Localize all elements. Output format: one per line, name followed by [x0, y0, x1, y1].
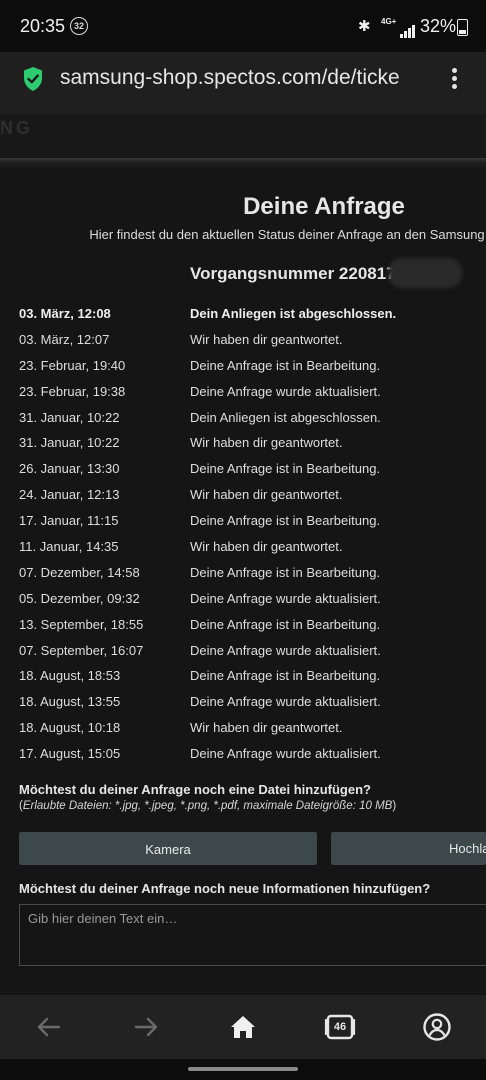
- history-date: 23. Februar, 19:40: [19, 357, 126, 373]
- history-date: 05. Dezember, 09:32: [19, 590, 140, 606]
- history-status: Deine Anfrage ist in Bearbeitung.: [190, 357, 381, 373]
- history-row: 07. Dezember, 14:58 Deine Anfrage ist in…: [19, 563, 486, 589]
- history-date: 26. Januar, 13:30: [19, 461, 120, 477]
- history-status: Deine Anfrage ist in Bearbeitung.: [190, 616, 381, 632]
- file-upload-hint-text: Erlaubte Dateien: *.jpg, *.jpeg, *.png, …: [22, 800, 393, 812]
- redaction-mark: [388, 258, 462, 288]
- history-row: 31. Januar, 10:22 Wir haben dir geantwor…: [19, 433, 486, 459]
- history-status: Wir haben dir geantwortet.: [190, 435, 343, 451]
- history-status: Deine Anfrage ist in Bearbeitung.: [190, 564, 381, 580]
- history-row: 23. Februar, 19:40 Deine Anfrage ist in …: [19, 356, 486, 382]
- history-row: 31. Januar, 10:22 Dein Anliegen ist abge…: [19, 408, 486, 434]
- bluetooth-icon: ✱: [358, 18, 371, 35]
- history-date: 13. September, 18:55: [19, 616, 144, 632]
- history-row: 03. März, 12:07 Wir haben dir geantworte…: [19, 330, 486, 356]
- history-date: 07. September, 16:07: [19, 642, 144, 658]
- header-divider: [0, 158, 486, 168]
- history-status: Deine Anfrage ist in Bearbeitung.: [190, 668, 381, 684]
- signal-icon: [400, 20, 416, 38]
- history-row: 23. Februar, 19:38 Deine Anfrage wurde a…: [19, 382, 486, 408]
- history-row: 05. Dezember, 09:32 Deine Anfrage wurde …: [19, 589, 486, 615]
- site-logo[interactable]: NG: [0, 118, 33, 139]
- history-row: 18. August, 13:55 Deine Anfrage wurde ak…: [19, 692, 486, 718]
- history-status: Deine Anfrage ist in Bearbeitung.: [190, 513, 381, 529]
- tabs-icon[interactable]: 46: [323, 1010, 357, 1044]
- history-status: Deine Anfrage wurde aktualisiert.: [190, 590, 381, 606]
- history-row: 17. August, 15:05 Deine Anfrage wurde ak…: [19, 744, 486, 770]
- history-row: 24. Januar, 12:13 Wir haben dir geantwor…: [19, 485, 486, 511]
- history-status: Dein Anliegen ist abgeschlossen.: [190, 409, 381, 425]
- history-date: 18. August, 10:18: [19, 720, 121, 736]
- notification-badge: 32: [70, 17, 88, 35]
- upload-button-label: Hochla: [449, 841, 486, 856]
- history-date: 31. Januar, 10:22: [19, 435, 120, 451]
- history-row: 07. September, 16:07 Deine Anfrage wurde…: [19, 641, 486, 667]
- battery-percent: 32%: [420, 16, 457, 36]
- page-subtitle: Hier findest du den aktuellen Status dei…: [89, 227, 485, 242]
- gesture-handle[interactable]: [188, 1067, 298, 1071]
- history-date: 17. Januar, 11:15: [19, 513, 119, 529]
- tab-count: 46: [333, 1021, 347, 1033]
- history-status: Wir haben dir geantwortet.: [190, 539, 343, 555]
- history-row: 18. August, 18:53 Deine Anfrage ist in B…: [19, 666, 486, 692]
- browser-menu-icon[interactable]: [446, 66, 462, 92]
- network-type: 4G+: [381, 17, 397, 26]
- history-status: Dein Anliegen ist abgeschlossen.: [190, 306, 397, 321]
- back-arrow-icon[interactable]: [32, 1010, 66, 1044]
- history-date: 18. August, 13:55: [19, 694, 121, 710]
- history-row: 11. Januar, 14:35 Wir haben dir geantwor…: [19, 537, 486, 563]
- case-number: Vorgangsnummer 220817.0: [190, 264, 410, 283]
- page-title: Deine Anfrage: [243, 193, 405, 220]
- history-date: 31. Januar, 10:22: [19, 409, 120, 425]
- history-status: Wir haben dir geantwortet.: [190, 720, 343, 736]
- history-row: 17. Januar, 11:15 Deine Anfrage ist in B…: [19, 511, 486, 537]
- history-date: 03. März, 12:08: [19, 306, 111, 321]
- status-history-list: 03. März, 12:08 Dein Anliegen ist abgesc…: [19, 304, 486, 770]
- url-field[interactable]: samsung-shop.spectos.com/de/ticke: [60, 66, 430, 92]
- info-question: Möchtest du deiner Anfrage noch neue Inf…: [19, 881, 431, 896]
- history-date: 11. Januar, 14:35: [19, 539, 119, 555]
- history-status: Deine Anfrage wurde aktualisiert.: [190, 383, 381, 399]
- upload-button[interactable]: Hochla: [331, 832, 486, 865]
- forward-arrow-icon[interactable]: [129, 1010, 163, 1044]
- history-row: 03. März, 12:08 Dein Anliegen ist abgesc…: [19, 304, 486, 330]
- history-status: Deine Anfrage ist in Bearbeitung.: [190, 461, 381, 477]
- history-date: 07. Dezember, 14:58: [19, 564, 140, 580]
- home-icon[interactable]: [226, 1010, 260, 1044]
- history-status: Deine Anfrage wurde aktualisiert.: [190, 694, 381, 710]
- secure-shield-icon[interactable]: [22, 66, 44, 97]
- history-status: Wir haben dir geantwortet.: [190, 487, 343, 503]
- history-date: 23. Februar, 19:38: [19, 383, 126, 399]
- history-status: Deine Anfrage wurde aktualisiert.: [190, 642, 381, 658]
- history-date: 03. März, 12:07: [19, 331, 110, 347]
- status-time: 20:35: [20, 16, 66, 36]
- history-date: 18. August, 18:53: [19, 668, 121, 684]
- file-upload-question: Möchtest du deiner Anfrage noch eine Dat…: [19, 782, 371, 797]
- history-date: 24. Januar, 12:13: [19, 487, 120, 503]
- battery-icon: [457, 19, 468, 36]
- history-date: 17. August, 15:05: [19, 746, 121, 762]
- history-row: 26. Januar, 13:30 Deine Anfrage ist in B…: [19, 459, 486, 485]
- camera-button[interactable]: Kamera: [19, 832, 317, 865]
- history-status: Wir haben dir geantwortet.: [190, 331, 343, 347]
- history-row: 13. September, 18:55 Deine Anfrage ist i…: [19, 615, 486, 641]
- history-row: 18. August, 10:18 Wir haben dir geantwor…: [19, 718, 486, 744]
- url-fade: [395, 60, 435, 100]
- file-upload-hint: (Erlaubte Dateien: *.jpg, *.jpeg, *.png,…: [19, 800, 397, 812]
- info-text-input[interactable]: [19, 904, 486, 966]
- account-icon[interactable]: [420, 1010, 454, 1044]
- site-header: [0, 114, 486, 160]
- history-status: Deine Anfrage wurde aktualisiert.: [190, 746, 381, 762]
